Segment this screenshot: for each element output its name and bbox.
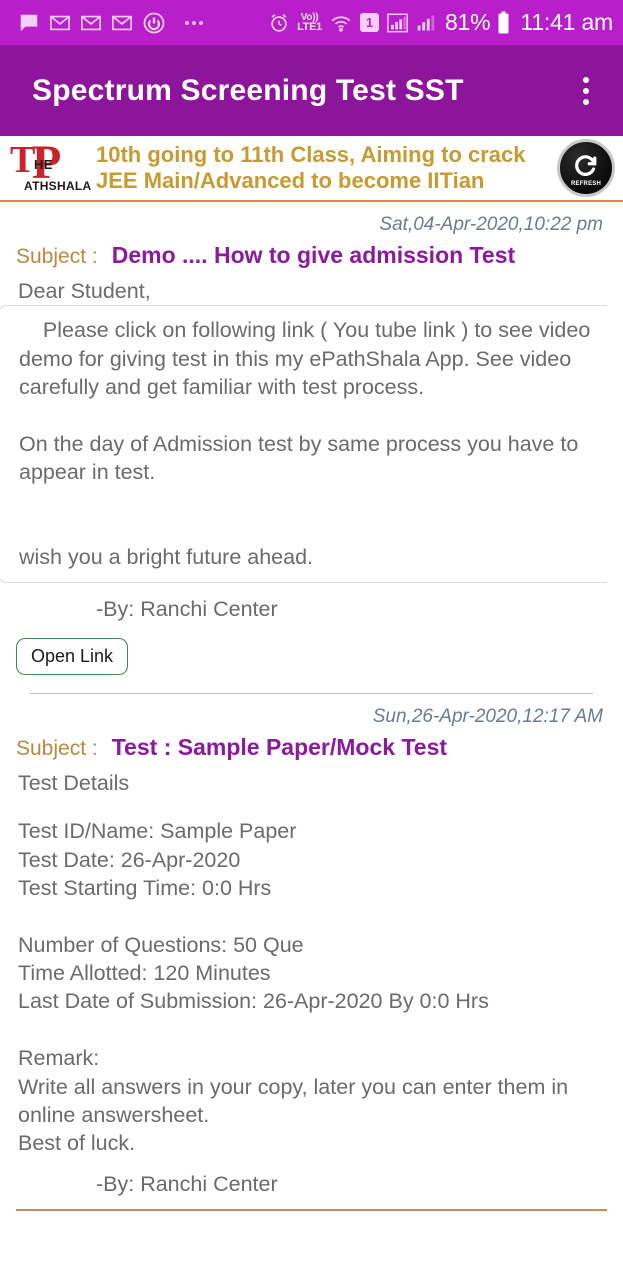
sim-card-icon: 1 <box>359 13 379 32</box>
gmail-icon <box>49 12 71 34</box>
message-signature: -By: Ranchi Center <box>96 1171 278 1196</box>
refresh-label: REFRESH <box>570 181 602 187</box>
refresh-button[interactable]: REFRESH <box>557 139 615 197</box>
subject-label: Subject : <box>16 245 98 268</box>
pathshala-logo: T P HE ATHSHALA <box>6 139 92 197</box>
message-item: Sun,26-Apr-2020,12:17 AM Subject : Test … <box>0 694 623 1211</box>
message-subject-row: Subject : Demo .... How to give admissio… <box>16 242 607 269</box>
battery-percent-label: 81% <box>444 9 491 35</box>
logo-word-athshala: ATHSHALA <box>24 179 92 193</box>
app-root: Vo)) LTE1 1 81% 11:41 am Spectrum Screen… <box>0 0 623 1280</box>
subject-label: Subject : <box>16 736 98 760</box>
overflow-menu-icon[interactable] <box>571 69 601 113</box>
open-link-button[interactable]: Open Link <box>16 637 129 675</box>
signal-bars-icon <box>386 12 409 34</box>
chat-bubble-icon <box>18 12 40 34</box>
clock-label: 11:41 am <box>520 9 613 35</box>
message-subject-row: Subject : Test : Sample Paper/Mock Test <box>16 734 607 761</box>
test-details: Test ID/Name: Sample Paper Test Date: 26… <box>18 819 569 1156</box>
more-dots-icon <box>185 20 203 25</box>
message-date: Sat,04-Apr-2020,10:22 pm <box>379 214 603 235</box>
gmail-icon <box>80 12 102 34</box>
app-bar: Spectrum Screening Test SST <box>0 45 623 136</box>
volte-icon: Vo)) LTE1 <box>297 11 322 34</box>
message-signature: -By: Ranchi Center <box>96 596 278 621</box>
refresh-icon <box>575 155 597 176</box>
wifi-icon <box>329 12 353 34</box>
message-body: Please click on following link ( You tub… <box>0 305 607 583</box>
status-bar: Vo)) LTE1 1 81% 11:41 am <box>0 0 623 45</box>
page-title: Spectrum Screening Test SST <box>32 73 464 107</box>
message-greeting: Dear Student, <box>18 279 151 303</box>
message-heading: Test Details <box>18 770 130 795</box>
message-date: Sun,26-Apr-2020,12:17 AM <box>372 705 603 727</box>
alarm-clock-icon <box>268 12 290 34</box>
subject-value: Test : Sample Paper/Mock Test <box>111 733 448 760</box>
banner-text-line-1: 10th going to 11th Class, Aiming to crac… <box>96 142 526 168</box>
signal-bars-small-icon <box>416 13 436 33</box>
gmail-icon <box>111 12 133 34</box>
message-list[interactable]: Sat,04-Apr-2020,10:22 pm Subject : Demo … <box>0 202 623 1280</box>
logo-word-he: HE <box>34 157 53 172</box>
promo-banner[interactable]: T P HE ATHSHALA 10th going to 11th Class… <box>0 136 623 202</box>
bottom-rule <box>16 1208 607 1211</box>
power-circle-icon <box>142 11 166 35</box>
banner-text: 10th going to 11th Class, Aiming to crac… <box>90 142 557 194</box>
battery-icon <box>497 11 510 35</box>
banner-text-line-2: JEE Main/Advanced to become IITian <box>96 168 485 193</box>
message-item: Sat,04-Apr-2020,10:22 pm Subject : Demo … <box>0 202 623 694</box>
status-bar-right-icons: Vo)) LTE1 1 81% 11:41 am <box>268 9 613 36</box>
subject-value: Demo .... How to give admission Test <box>111 242 516 268</box>
status-bar-left-icons <box>18 11 213 35</box>
